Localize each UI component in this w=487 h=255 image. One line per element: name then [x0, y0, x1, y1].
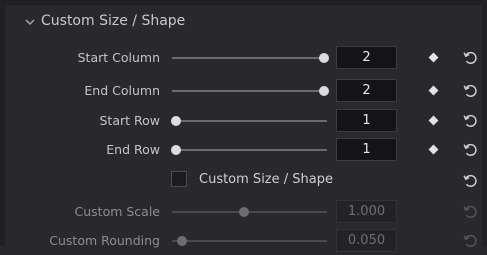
end-column-slider[interactable]	[172, 90, 327, 92]
custom-scale-row: Custom Scale 1.000	[5, 198, 482, 226]
custom-rounding-row: Custom Rounding 0.050	[5, 227, 482, 255]
custom-scale-field: 1.000	[336, 200, 397, 223]
end-column-slider-handle[interactable]	[319, 86, 329, 96]
start-column-row: Start Column 2	[5, 44, 482, 72]
start-row-slider[interactable]	[172, 120, 327, 122]
start-row-slider-handle[interactable]	[171, 116, 181, 126]
section-title: Custom Size / Shape	[41, 13, 186, 29]
start-row-label: Start Row	[99, 113, 160, 128]
start-column-field[interactable]: 2	[336, 46, 397, 69]
end-column-row: End Column 2	[5, 77, 482, 105]
custom-scale-slider-handle	[239, 207, 249, 217]
end-column-label: End Column	[84, 83, 160, 98]
chevron-down-icon[interactable]	[22, 14, 38, 30]
reset-icon	[463, 234, 477, 247]
reset-icon	[463, 205, 477, 218]
reset-icon[interactable]	[462, 172, 479, 189]
start-row-row: Start Row 1	[5, 107, 482, 135]
end-row-label: End Row	[106, 142, 160, 157]
section-header[interactable]: Custom Size / Shape	[5, 5, 482, 41]
keyframe-diamond-icon[interactable]	[428, 85, 439, 96]
custom-rounding-slider-handle	[177, 236, 187, 246]
reset-icon[interactable]	[462, 82, 479, 99]
end-column-field[interactable]: 2	[336, 79, 397, 102]
keyframe-diamond-icon[interactable]	[428, 144, 439, 155]
custom-rounding-slider	[172, 240, 327, 242]
custom-size-shape-toggle-row: Custom Size / Shape	[5, 167, 482, 195]
inspector-panel: Custom Size / Shape Start Column 2 End C…	[0, 0, 487, 252]
reset-icon[interactable]	[462, 49, 479, 66]
start-column-slider-handle[interactable]	[319, 53, 329, 63]
start-column-label: Start Column	[77, 50, 160, 65]
reset-icon[interactable]	[462, 141, 479, 158]
keyframe-diamond-icon[interactable]	[428, 52, 439, 63]
end-row-slider-handle[interactable]	[171, 145, 181, 155]
end-row-row: End Row 1	[5, 136, 482, 164]
custom-scale-slider	[172, 211, 327, 213]
end-row-field[interactable]: 1	[336, 138, 397, 161]
start-row-field[interactable]: 1	[336, 109, 397, 132]
end-row-slider[interactable]	[172, 149, 327, 151]
custom-size-shape-checkbox-label[interactable]: Custom Size / Shape	[199, 172, 333, 187]
custom-scale-label: Custom Scale	[74, 204, 161, 219]
reset-icon[interactable]	[462, 112, 479, 129]
keyframe-diamond-icon[interactable]	[428, 115, 439, 126]
start-column-slider[interactable]	[172, 57, 327, 59]
custom-size-shape-checkbox[interactable]	[171, 171, 187, 187]
custom-rounding-field: 0.050	[336, 229, 397, 252]
